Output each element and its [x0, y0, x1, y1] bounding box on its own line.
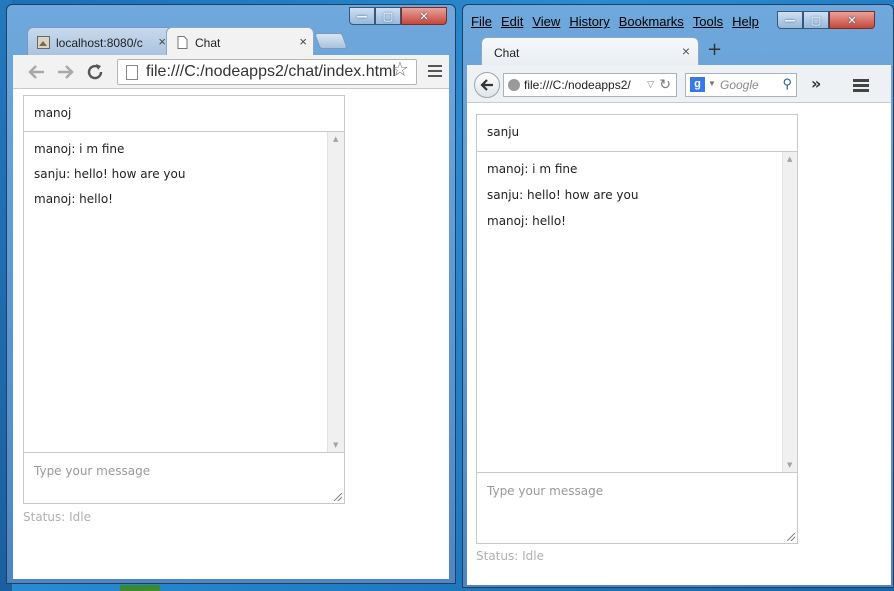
tab-strip: Chat × + — [467, 35, 887, 65]
tab-close-icon[interactable]: × — [682, 43, 690, 59]
message-item: manoj: hello! — [34, 192, 113, 206]
menu-help[interactable]: Help — [732, 14, 759, 29]
message-input[interactable]: Type your message — [23, 453, 345, 504]
page-icon — [126, 65, 138, 80]
star-icon[interactable]: ☆ — [391, 57, 453, 81]
minimize-button[interactable]: — — [777, 11, 803, 29]
menu-history[interactable]: History — [569, 14, 609, 29]
status-text: Status: Idle — [476, 549, 544, 563]
maximize-button[interactable]: ▢ — [803, 11, 829, 29]
menu-tools[interactable]: Tools — [693, 14, 723, 29]
tab-label: Chat — [494, 46, 520, 60]
address-bar[interactable]: file:///C:/nodeapps2/ ▽ ↻ — [503, 73, 677, 97]
reload-icon[interactable] — [85, 62, 105, 82]
navigation-toolbar: file:///C:/nodeapps2/ ▽ ↻ g ▼ Google ⚲ » — [467, 65, 891, 103]
browser-toolbar: file:///C:/nodeapps2/chat/index.html — [13, 55, 449, 89]
back-arrow-icon[interactable] — [27, 62, 47, 82]
page-content: manoj manoj: i m fine sanju: hello! how … — [13, 89, 449, 579]
close-button[interactable]: ✕ — [401, 7, 447, 25]
dropdown-icon[interactable]: ▽ — [645, 79, 654, 90]
favicon-icon — [37, 36, 50, 49]
scrollbar[interactable]: ▲ ▼ — [327, 132, 344, 452]
window-controls: — ▢ ✕ — [777, 11, 875, 29]
message-input[interactable]: Type your message — [476, 473, 798, 544]
address-text: file:///C:/nodeapps2/ — [524, 78, 631, 92]
menu-bar: File Edit View History Bookmarks Tools H… — [471, 14, 768, 29]
tab-chat[interactable]: Chat × — [481, 37, 699, 65]
firefox-window: File Edit View History Bookmarks Tools H… — [462, 4, 894, 588]
messages-box: manoj: i m fine sanju: hello! how are yo… — [476, 152, 798, 473]
engine-dropdown-icon[interactable]: ▼ — [708, 79, 716, 88]
messages-box: manoj: i m fine sanju: hello! how are yo… — [23, 132, 345, 453]
message-item: sanju: hello! how are you — [487, 188, 639, 202]
menu-icon[interactable] — [853, 79, 869, 94]
tab-label: localhost:8080/c — [56, 36, 143, 50]
tab-close-icon[interactable]: × — [158, 34, 166, 49]
tab-label: Chat — [195, 36, 221, 50]
message-input-placeholder: Type your message — [487, 484, 604, 498]
scroll-down-icon[interactable]: ▼ — [333, 441, 338, 449]
reload-icon[interactable]: ↻ — [659, 76, 671, 93]
message-item: manoj: i m fine — [34, 142, 125, 156]
window-controls: — ▢ ✕ — [349, 7, 447, 25]
message-item: manoj: i m fine — [487, 162, 578, 176]
message-input-placeholder: Type your message — [34, 464, 151, 478]
name-field[interactable]: manoj — [23, 95, 345, 132]
close-button[interactable]: ✕ — [829, 11, 875, 29]
menu-bookmarks[interactable]: Bookmarks — [619, 14, 684, 29]
tab-chat[interactable]: Chat × — [166, 27, 314, 55]
taskbar-icon-fragment — [120, 585, 160, 591]
tab-localhost[interactable]: localhost:8080/c × — [27, 27, 173, 55]
address-bar[interactable]: file:///C:/nodeapps2/chat/index.html — [117, 59, 417, 85]
back-arrow-icon[interactable] — [474, 72, 500, 98]
scroll-down-icon[interactable]: ▼ — [787, 461, 792, 469]
forward-arrow-icon[interactable] — [55, 62, 75, 82]
google-icon: g — [690, 77, 705, 92]
scrollbar[interactable]: ▲ ▼ — [782, 152, 797, 472]
globe-icon — [508, 79, 520, 91]
message-item: manoj: hello! — [487, 214, 566, 228]
search-icon[interactable]: ⚲ — [782, 76, 792, 92]
scroll-up-icon[interactable]: ▲ — [333, 135, 338, 143]
maximize-button[interactable]: ▢ — [375, 7, 401, 25]
minimize-button[interactable]: — — [349, 7, 375, 25]
new-tab-icon[interactable]: + — [707, 39, 722, 60]
menu-edit[interactable]: Edit — [501, 14, 523, 29]
chrome-window: — ▢ ✕ localhost:8080/c × Chat × file:///… — [6, 4, 456, 584]
message-item: sanju: hello! how are you — [34, 167, 186, 181]
new-tab-button[interactable] — [314, 33, 348, 49]
menu-file[interactable]: File — [471, 14, 492, 29]
address-text: file:///C:/nodeapps2/chat/index.html — [146, 63, 396, 80]
resize-grip-icon[interactable] — [334, 493, 342, 501]
overflow-chevron-icon[interactable]: » — [811, 74, 821, 93]
search-bar[interactable]: g ▼ Google ⚲ — [685, 73, 797, 97]
menu-view[interactable]: View — [532, 14, 560, 29]
page-icon — [177, 36, 188, 49]
tab-close-icon[interactable]: × — [299, 34, 307, 49]
name-field[interactable]: sanju — [476, 114, 798, 152]
page-content: sanju manoj: i m fine sanju: hello! how … — [467, 103, 891, 585]
search-placeholder: Google — [720, 78, 759, 92]
status-text: Status: Idle — [23, 510, 91, 524]
resize-grip-icon[interactable] — [787, 533, 795, 541]
scroll-up-icon[interactable]: ▲ — [787, 155, 792, 163]
tab-strip: localhost:8080/c × Chat × — [21, 27, 451, 55]
